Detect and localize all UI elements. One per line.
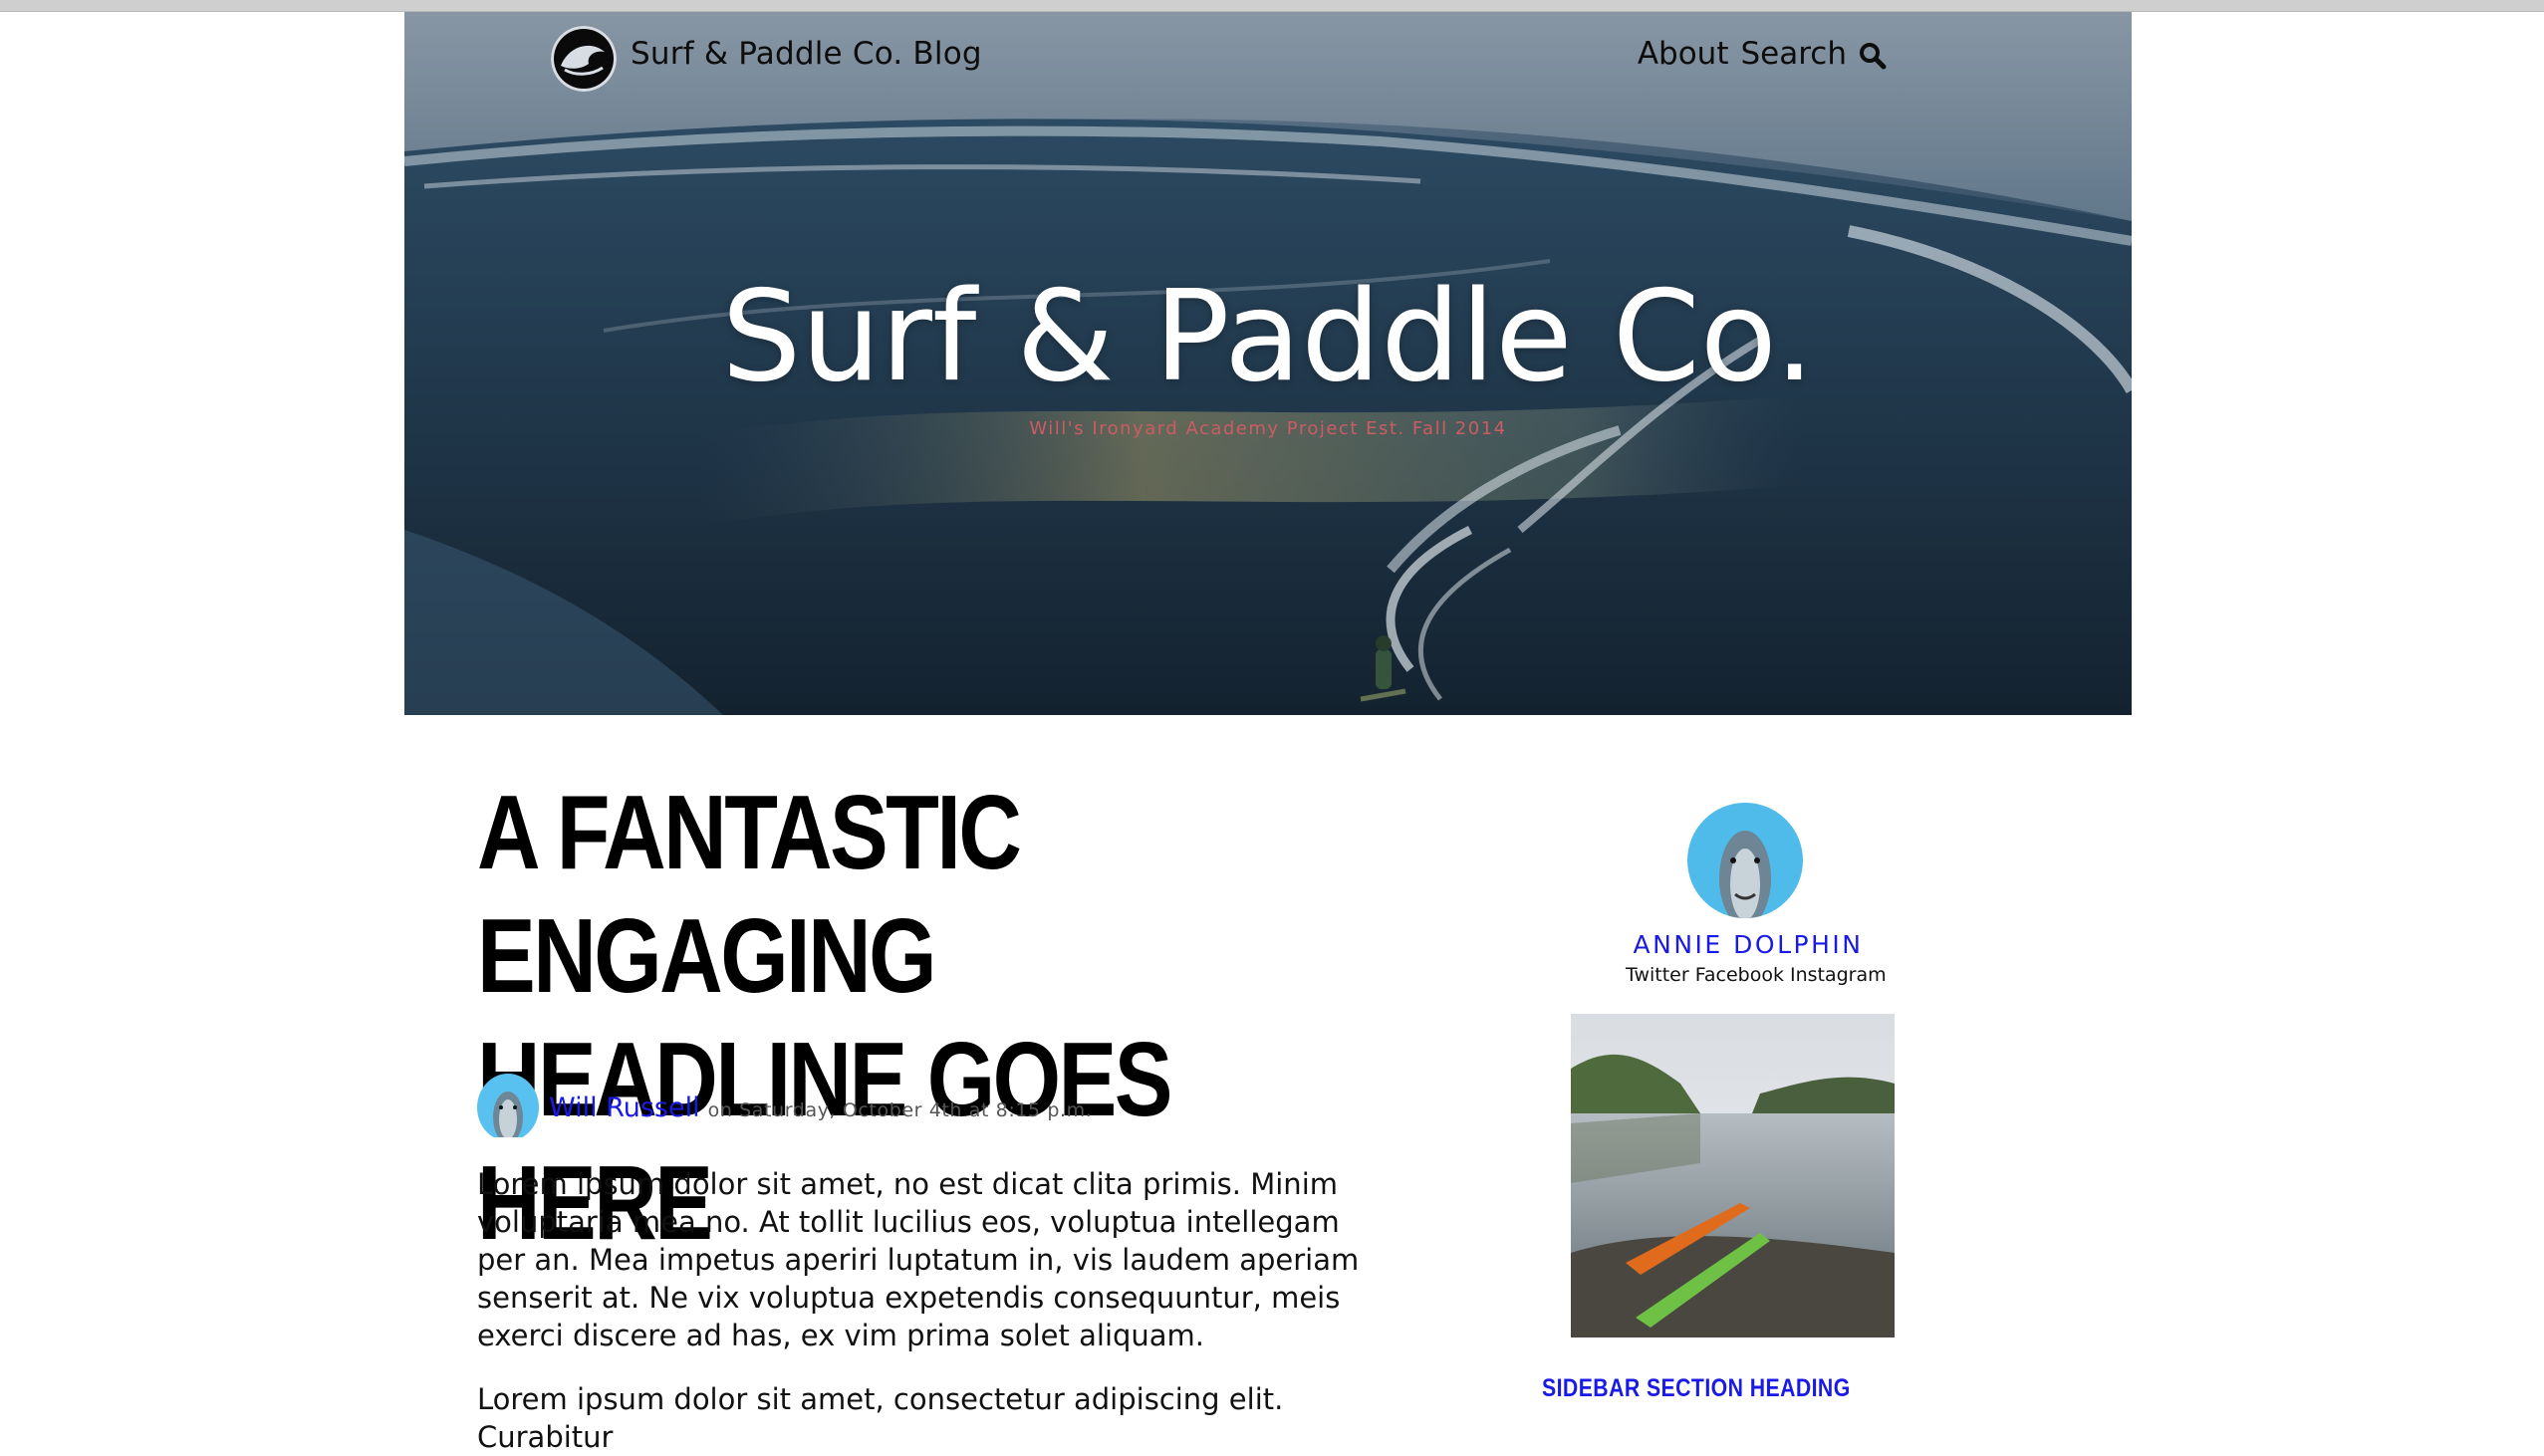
sidebar-section-heading: SIDEBAR SECTION HEADING [1542, 1374, 1851, 1402]
twitter-link[interactable]: Twitter [1626, 964, 1689, 986]
hero-banner: Surf & Paddle Co. Blog About Search Surf… [404, 12, 2132, 715]
top-nav: About Search [1638, 36, 1887, 72]
kayak-photo [1571, 1014, 1895, 1337]
search-icon[interactable] [1859, 42, 1887, 70]
logo-icon[interactable] [551, 26, 617, 92]
sidebar-avatar[interactable] [1687, 803, 1803, 918]
social-links: Twitter Facebook Instagram [1626, 964, 1887, 986]
site-brand-link[interactable]: Surf & Paddle Co. Blog [631, 36, 982, 72]
post-byline: Will Russell on Saturday, October 4th at… [477, 1074, 1092, 1141]
post-date: on Saturday, October 4th at 8:15 p.m. [707, 1099, 1093, 1121]
hero-title: Surf & Paddle Co. [721, 263, 1815, 409]
sidebar-profile-name[interactable]: ANNIE DOLPHIN [1514, 930, 1982, 959]
post-article: A FANTASTIC ENGAGING HEADLINE GOES HERE … [477, 771, 1394, 1454]
author-avatar[interactable] [477, 1074, 539, 1141]
nav-about-link[interactable]: About [1638, 36, 1729, 72]
facebook-link[interactable]: Facebook [1695, 964, 1784, 986]
author-link[interactable]: Will Russell [549, 1092, 700, 1123]
headline-line-1: A FANTASTIC ENGAGING [477, 774, 1022, 1015]
browser-top-edge [0, 0, 2544, 12]
post-paragraph-1: Lorem ipsum dolor sit amet, no est dicat… [477, 1167, 1360, 1352]
nav-search-link[interactable]: Search [1740, 36, 1847, 72]
instagram-link[interactable]: Instagram [1790, 964, 1887, 986]
hero-subtitle: Will's Ironyard Academy Project Est. Fal… [1029, 418, 1507, 439]
post-paragraph-2: Lorem ipsum dolor sit amet, consectetur … [477, 1382, 1284, 1454]
